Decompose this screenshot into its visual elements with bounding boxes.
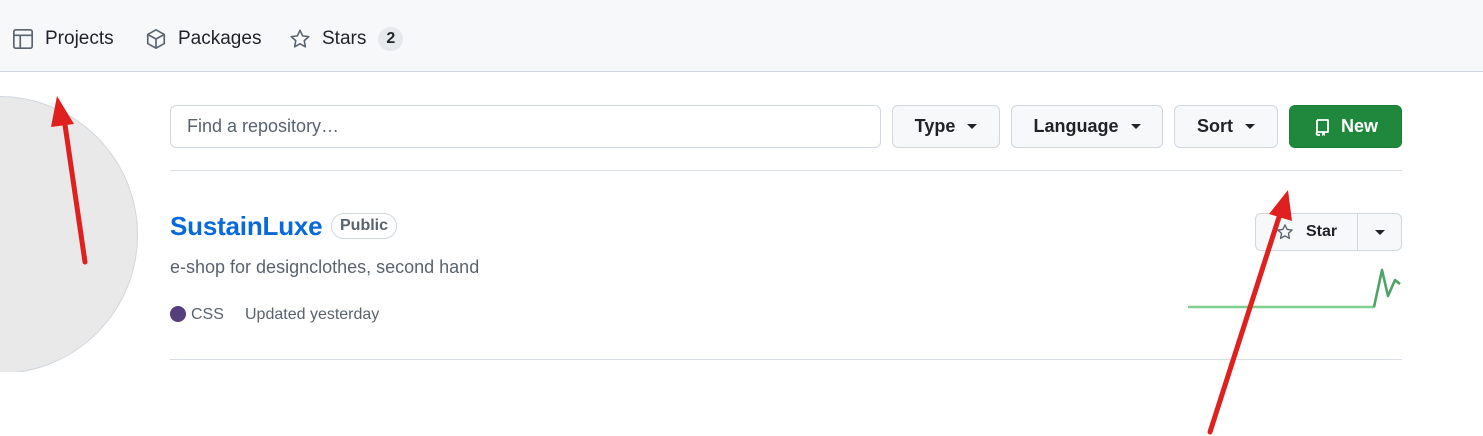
activity-sparkline — [1188, 268, 1401, 309]
profile-tab-nav: Projects Packages Stars 2 — [0, 0, 1483, 72]
caret-down-icon — [967, 124, 978, 129]
nav-tab-label: Stars — [322, 28, 367, 49]
star-button-label: Star — [1305, 223, 1338, 240]
nav-tab-label: Packages — [178, 28, 262, 49]
new-button-label: New — [1340, 116, 1378, 136]
type-filter-button[interactable]: Type — [892, 105, 1000, 148]
sort-filter-button[interactable]: Sort — [1174, 105, 1278, 148]
visibility-badge: Public — [331, 213, 398, 239]
type-filter-label: Type — [914, 116, 956, 136]
language-color-dot — [170, 306, 186, 322]
divider — [170, 359, 1402, 360]
table-icon — [13, 29, 33, 49]
find-repository-input[interactable] — [170, 105, 881, 148]
divider — [170, 170, 1402, 171]
language-filter-button[interactable]: Language — [1011, 105, 1163, 148]
repo-language: CSS — [191, 306, 224, 323]
nav-tab-label: Projects — [45, 28, 114, 49]
sort-filter-label: Sort — [1197, 116, 1233, 136]
repo-icon — [1315, 118, 1329, 136]
caret-down-icon — [1245, 124, 1255, 129]
caret-down-icon — [1130, 124, 1141, 129]
new-repository-button[interactable]: New — [1289, 105, 1402, 148]
nav-tab-packages[interactable]: Packages — [145, 26, 261, 52]
language-filter-label: Language — [1033, 116, 1119, 136]
avatar[interactable] — [0, 96, 138, 372]
star-button-group: Star — [1255, 213, 1402, 251]
star-icon — [290, 29, 310, 48]
star-button[interactable]: Star — [1256, 214, 1358, 250]
nav-tab-projects[interactable]: Projects — [12, 26, 114, 52]
nav-tab-stars[interactable]: Stars 2 — [289, 26, 404, 52]
avatar-region — [0, 72, 140, 372]
stars-count-badge: 2 — [378, 27, 404, 51]
caret-down-icon — [1374, 229, 1385, 235]
package-icon — [146, 29, 166, 49]
repo-name-link[interactable]: SustainLuxe — [170, 211, 323, 242]
star-list-dropdown[interactable] — [1358, 214, 1401, 250]
repo-updated: Updated yesterday — [245, 306, 380, 323]
star-icon — [1277, 224, 1293, 240]
repo-description: e-shop for designclothes, second hand — [170, 257, 480, 277]
